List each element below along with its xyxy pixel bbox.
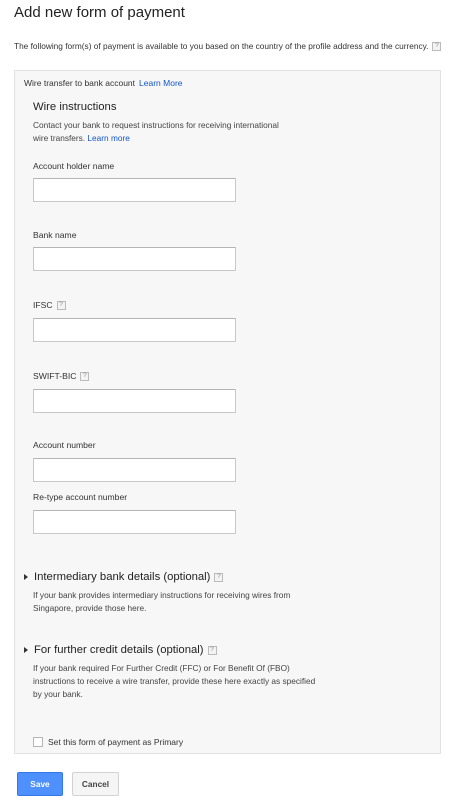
help-icon[interactable]: ? <box>207 645 217 655</box>
help-icon[interactable]: ? <box>56 300 66 310</box>
cancel-button[interactable]: Cancel <box>72 772 119 796</box>
bank-name-input[interactable] <box>33 247 236 271</box>
swift-bic-label-text: SWIFT-BIC <box>33 371 77 381</box>
primary-checkbox-label: Set this form of payment as Primary <box>48 737 184 747</box>
swift-bic-label: SWIFT-BIC ? <box>33 371 90 381</box>
help-icon[interactable]: ? <box>432 41 442 51</box>
wire-instructions-learn-more-link[interactable]: Learn more <box>87 133 129 143</box>
retype-account-number-label-text: Re-type account number <box>33 492 128 502</box>
intermediary-bank-description: If your bank provides intermediary instr… <box>33 590 291 613</box>
learn-more-link[interactable]: Learn More <box>139 78 182 88</box>
further-credit-description: If your bank required For Further Credit… <box>33 663 316 699</box>
retype-account-number-input[interactable] <box>33 510 236 534</box>
payment-method-label: Wire transfer to bank account <box>24 78 136 88</box>
intro-text-row: The following form(s) of payment is avai… <box>14 41 442 51</box>
payment-form-panel: Wire transfer to bank account Learn More … <box>14 70 441 754</box>
account-holder-name-input[interactable] <box>33 178 236 202</box>
wire-instructions-title: Wire instructions <box>33 101 117 113</box>
account-number-label: Account number <box>33 440 96 450</box>
account-holder-name-label-text: Account holder name <box>33 161 115 171</box>
help-icon[interactable]: ? <box>80 371 90 381</box>
swift-bic-input[interactable] <box>33 389 236 413</box>
account-number-input[interactable] <box>33 458 236 482</box>
wire-instructions-description: Contact your bank to request instruction… <box>33 119 323 145</box>
ifsc-label-text: IFSC <box>33 300 53 310</box>
wire-instructions-text-2: wire transfers. <box>33 133 86 143</box>
account-holder-name-label: Account holder name <box>33 161 114 171</box>
expand-arrow-icon <box>24 647 28 653</box>
primary-checkbox-row[interactable]: Set this form of payment as Primary <box>33 737 183 747</box>
bank-name-label: Bank name <box>33 230 76 240</box>
ifsc-label: IFSC ? <box>33 300 66 310</box>
help-icon[interactable]: ? <box>214 572 224 582</box>
bank-name-label-text: Bank name <box>33 230 77 240</box>
intermediary-bank-title: Intermediary bank details (optional) <box>34 571 211 583</box>
further-credit-title: For further credit details (optional) <box>34 644 204 656</box>
ifsc-input[interactable] <box>33 318 236 342</box>
payment-method-row: Wire transfer to bank account Learn More <box>24 78 183 88</box>
intro-text: The following form(s) of payment is avai… <box>14 41 429 51</box>
account-number-label-text: Account number <box>33 440 96 450</box>
wire-instructions-text-1: Contact your bank to request instruction… <box>33 120 279 130</box>
further-credit-toggle[interactable]: For further credit details (optional) ? <box>24 644 217 656</box>
save-button[interactable]: Save <box>17 772 63 796</box>
page-title: Add new form of payment <box>14 4 185 21</box>
primary-checkbox[interactable] <box>33 737 43 747</box>
intermediary-bank-toggle[interactable]: Intermediary bank details (optional) ? <box>24 571 224 583</box>
expand-arrow-icon <box>24 574 28 580</box>
retype-account-number-label: Re-type account number <box>33 492 127 502</box>
